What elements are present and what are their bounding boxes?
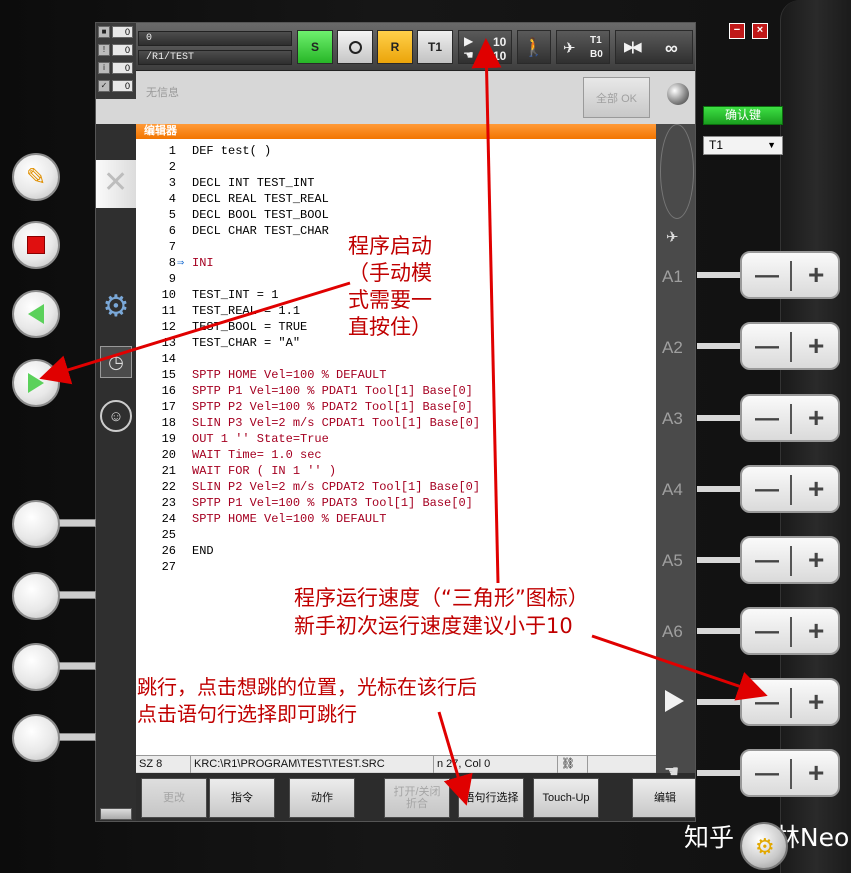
kuka-hardware-button[interactable]: ⚙ [740,822,788,870]
kuka-logo-icon: ⚙ [755,834,775,859]
arrow-to-line-select [437,711,473,806]
annotation-arrows [39,38,768,806]
arrow-to-start-button [39,281,351,385]
arrow-to-override [471,38,502,584]
arrow-to-jog-key [591,634,768,701]
